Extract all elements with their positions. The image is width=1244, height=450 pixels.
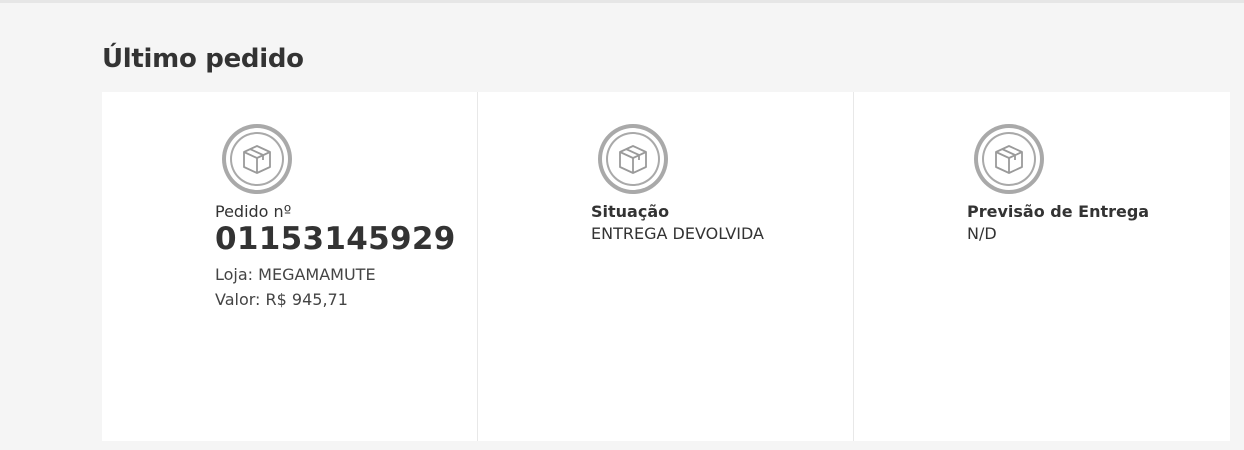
- top-divider: [0, 0, 1244, 3]
- package-box-icon: [598, 124, 668, 194]
- order-number-card: Pedido nº 01153145929 Loja: MEGAMAMUTE V…: [102, 92, 478, 441]
- delivery-estimate-card: Previsão de Entrega N/D: [854, 92, 1230, 441]
- delivery-estimate-value: N/D: [967, 224, 997, 243]
- order-number-value: 01153145929: [215, 221, 456, 257]
- delivery-estimate-card-body: Previsão de Entrega N/D: [967, 202, 1149, 246]
- status-card: Situação ENTREGA DEVOLVIDA: [478, 92, 854, 441]
- delivery-estimate-label: Previsão de Entrega: [967, 202, 1150, 221]
- status-card-body: Situação ENTREGA DEVOLVIDA: [591, 202, 764, 246]
- status-label: Situação: [591, 202, 670, 221]
- package-box-icon: [222, 124, 292, 194]
- status-value: ENTREGA DEVOLVIDA: [591, 224, 764, 243]
- store-text: Loja: MEGAMAMUTE: [215, 265, 376, 284]
- package-box-icon: [974, 124, 1044, 194]
- order-number-label: Pedido nº: [215, 202, 292, 221]
- order-number-card-body: Pedido nº 01153145929 Loja: MEGAMAMUTE V…: [215, 202, 456, 312]
- last-order-panel: Pedido nº 01153145929 Loja: MEGAMAMUTE V…: [102, 92, 1230, 441]
- amount-text: Valor: R$ 945,71: [215, 290, 348, 309]
- section-title: Último pedido: [102, 44, 304, 74]
